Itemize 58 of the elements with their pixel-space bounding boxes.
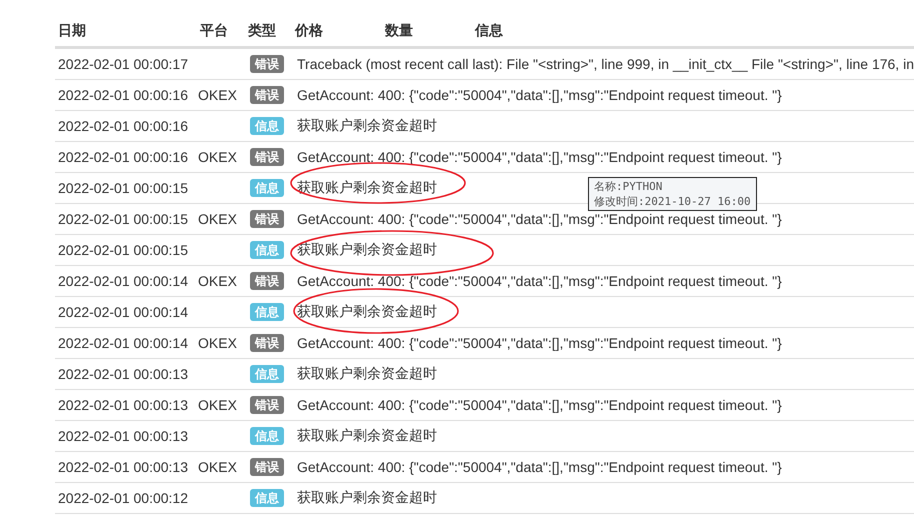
type-badge: 错误 — [250, 334, 284, 352]
type-badge: 错误 — [250, 458, 284, 476]
table-cell-text: 2022-02-01 00:00:15 — [57, 242, 189, 258]
table-cell-text: 2022-02-01 00:00:16 — [57, 149, 189, 165]
table-cell: OKEX — [198, 273, 237, 289]
table-cell-text: 2022-02-01 00:00:13 — [57, 428, 189, 444]
type-badge: 错误 — [250, 55, 284, 73]
type-badge: 信息 — [250, 241, 284, 259]
type-badge: 错误 — [250, 86, 284, 104]
tooltip-text: 修改时间:2021-10-27 16:00 — [594, 194, 751, 209]
table-cell-text: 2022-02-01 00:00:15 — [57, 180, 189, 196]
table-cell: 获取账户剩余资金超时 — [297, 365, 437, 383]
table-cell-text: 2022-02-01 00:00:17 — [57, 56, 189, 72]
table-cell: GetAccount: 400: {"code":"50004","data":[],"msg":"Endpoint request timeout. "} — [297, 211, 782, 227]
table-cell: Traceback (most recent call last): File "<string>", line 999, in __init_ctx__ File "<string>", line 176, in — [297, 56, 914, 72]
table-cell: 获取账户剩余资金超时 — [297, 427, 437, 445]
type-badge: 错误 — [250, 148, 284, 166]
column-header: 日期 — [57, 22, 87, 40]
table-cell-text: 2022-02-01 00:00:15 — [57, 211, 189, 227]
table-cell: OKEX — [198, 211, 237, 227]
table-cell-text: 2022-02-01 00:00:12 — [57, 490, 189, 506]
type-badge: 信息 — [250, 303, 284, 321]
table-cell: 获取账户剩余资金超时 — [297, 117, 437, 135]
tooltip-text: 名称:PYTHON — [594, 179, 664, 194]
table-cell: OKEX — [198, 335, 237, 351]
table-cell: OKEX — [198, 459, 237, 475]
table-cell: 获取账户剩余资金超时 — [297, 489, 437, 507]
table-cell: OKEX — [198, 397, 237, 413]
table-cell-text: 2022-02-01 00:00:16 — [57, 118, 189, 134]
table-cell: 获取账户剩余资金超时 — [297, 303, 437, 321]
table-cell-text: 2022-02-01 00:00:13 — [57, 397, 189, 413]
table-cell-text: 2022-02-01 00:00:13 — [57, 459, 189, 475]
type-badge: 信息 — [250, 427, 284, 445]
table-cell: GetAccount: 400: {"code":"50004","data":[],"msg":"Endpoint request timeout. "} — [297, 273, 782, 289]
table-cell: GetAccount: 400: {"code":"50004","data":[],"msg":"Endpoint request timeout. "} — [297, 149, 782, 165]
type-badge: 错误 — [250, 396, 284, 414]
table-cell: OKEX — [198, 87, 237, 103]
table-cell-text: 2022-02-01 00:00:14 — [57, 335, 189, 351]
column-header: 数量 — [385, 22, 414, 40]
table-cell: GetAccount: 400: {"code":"50004","data":[],"msg":"Endpoint request timeout. "} — [297, 87, 782, 103]
table-cell-text: 2022-02-01 00:00:14 — [57, 304, 189, 320]
column-header: 信息 — [475, 22, 503, 40]
column-header: 平台 — [200, 22, 229, 40]
table-cell: GetAccount: 400: {"code":"50004","data":[],"msg":"Endpoint request timeout. "} — [297, 397, 782, 413]
table-cell-text: 2022-02-01 00:00:13 — [57, 366, 189, 382]
column-header: 类型 — [248, 22, 277, 40]
type-badge: 信息 — [250, 117, 284, 135]
type-badge: 信息 — [250, 489, 284, 507]
type-badge: 错误 — [250, 272, 284, 290]
type-badge: 信息 — [250, 179, 284, 197]
table-cell-text: 2022-02-01 00:00:14 — [57, 273, 189, 289]
table-cell: OKEX — [198, 149, 237, 165]
type-badge: 信息 — [250, 365, 284, 383]
table-cell: GetAccount: 400: {"code":"50004","data":[],"msg":"Endpoint request timeout. "} — [297, 459, 782, 475]
type-badge: 错误 — [250, 210, 284, 228]
table-cell: GetAccount: 400: {"code":"50004","data":[],"msg":"Endpoint request timeout. "} — [297, 335, 782, 351]
table-cell-text: 2022-02-01 00:00:16 — [57, 87, 189, 103]
column-header: 价格 — [295, 22, 324, 40]
